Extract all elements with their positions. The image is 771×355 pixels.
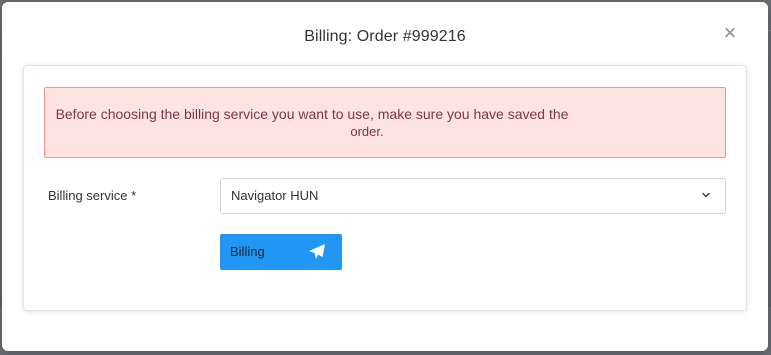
billing-service-select[interactable]: Navigator HUN xyxy=(220,178,726,214)
billing-service-label: Billing service * xyxy=(48,188,137,203)
chevron-down-icon xyxy=(702,192,710,198)
alert-text-line-2: order. xyxy=(350,124,384,139)
close-icon[interactable]: × xyxy=(721,22,739,44)
warning-alert: Before choosing the billing service you … xyxy=(44,87,726,158)
billing-modal: Billing: Order #999216 × Before choosing… xyxy=(2,2,768,351)
modal-title: Billing: Order #999216 xyxy=(304,28,466,45)
paper-plane-icon xyxy=(309,244,325,259)
billing-button-label: Billing xyxy=(230,244,265,259)
billing-submit-button[interactable]: Billing xyxy=(220,234,342,270)
billing-service-value: Navigator HUN xyxy=(231,188,319,203)
billing-card: Before choosing the billing service you … xyxy=(23,65,747,311)
alert-text-line-1: Before choosing the billing service you … xyxy=(55,106,569,122)
